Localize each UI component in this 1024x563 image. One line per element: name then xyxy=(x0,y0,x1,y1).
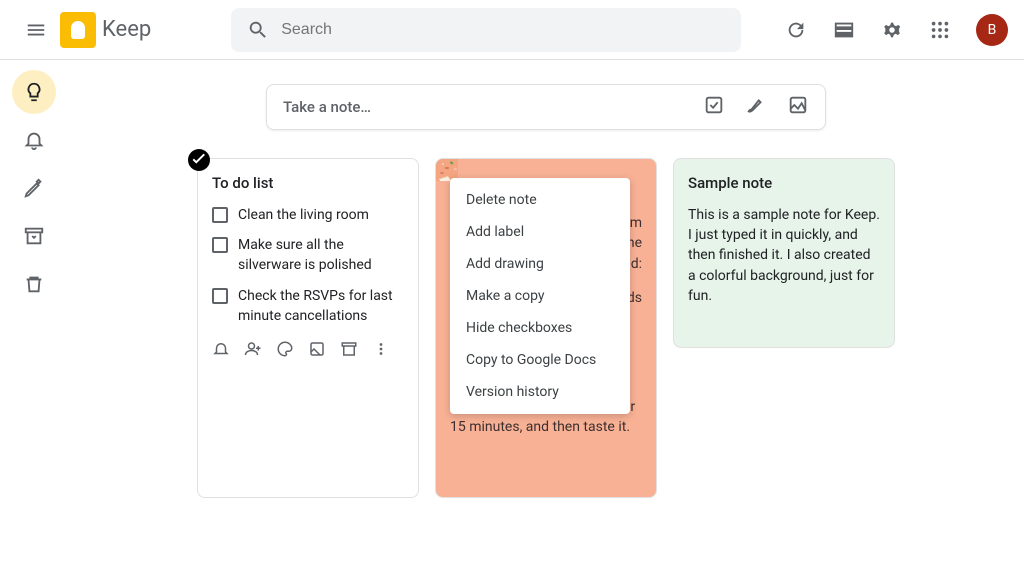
checklist-item[interactable]: Make sure all the silverware is polished xyxy=(212,235,404,276)
note-body: This is a sample note for Keep. I just t… xyxy=(688,205,880,306)
hamburger-icon xyxy=(25,19,47,41)
menu-item-add-drawing[interactable]: Add drawing xyxy=(450,248,630,280)
collaborator-icon[interactable] xyxy=(244,340,262,358)
checkbox-icon xyxy=(703,94,725,116)
bell-icon xyxy=(23,129,45,151)
sidebar-item-archive[interactable] xyxy=(12,214,56,258)
list-view-icon xyxy=(833,19,855,41)
menu-item-hide-checkboxes[interactable]: Hide checkboxes xyxy=(450,312,630,344)
checkbox[interactable] xyxy=(212,288,228,304)
account-avatar[interactable]: B xyxy=(976,14,1008,46)
take-note-bar[interactable]: Take a note… xyxy=(266,84,826,130)
sidebar xyxy=(0,60,68,563)
checklist-item[interactable]: Clean the living room xyxy=(212,205,404,225)
note-todo[interactable]: To do list Clean the living room Make su… xyxy=(197,158,419,498)
remind-me-icon[interactable] xyxy=(212,340,230,358)
note-sample[interactable]: Sample note This is a sample note for Ke… xyxy=(673,158,895,348)
checklist-text: Check the RSVPs for last minute cancella… xyxy=(238,286,404,327)
lightbulb-icon xyxy=(23,81,45,103)
menu-item-version-history[interactable]: Version history xyxy=(450,376,630,408)
checkbox[interactable] xyxy=(212,237,228,253)
app-header: Keep B xyxy=(0,0,1024,60)
refresh-icon xyxy=(785,19,807,41)
search-box[interactable] xyxy=(231,8,741,52)
sidebar-item-trash[interactable] xyxy=(12,262,56,306)
new-image-note-button[interactable] xyxy=(787,94,809,120)
apps-button[interactable] xyxy=(920,10,960,50)
app-logo[interactable]: Keep xyxy=(60,12,151,48)
checklist-text: Make sure all the silverware is polished xyxy=(238,235,404,276)
check-icon xyxy=(188,149,210,171)
archive-note-icon[interactable] xyxy=(340,340,358,358)
image-icon xyxy=(787,94,809,116)
add-image-icon[interactable] xyxy=(308,340,326,358)
menu-item-copy-to-docs[interactable]: Copy to Google Docs xyxy=(450,344,630,376)
new-list-button[interactable] xyxy=(703,94,725,120)
note-title: Sample note xyxy=(688,173,880,195)
main-content: Take a note… To do list xyxy=(68,60,1024,563)
checklist-text: Clean the living room xyxy=(238,205,369,225)
menu-item-make-copy[interactable]: Make a copy xyxy=(450,280,630,312)
note-selected-badge[interactable] xyxy=(188,149,210,171)
pencil-icon xyxy=(23,177,45,199)
refresh-button[interactable] xyxy=(776,10,816,50)
search-icon xyxy=(247,19,269,41)
sidebar-item-reminders[interactable] xyxy=(12,118,56,162)
checkbox[interactable] xyxy=(212,207,228,223)
app-body: Take a note… To do list xyxy=(0,60,1024,563)
checklist-item[interactable]: Check the RSVPs for last minute cancella… xyxy=(212,286,404,327)
app-name: Keep xyxy=(102,17,151,42)
sidebar-item-notes[interactable] xyxy=(12,70,56,114)
trash-icon xyxy=(23,273,45,295)
take-note-actions xyxy=(703,94,809,120)
keep-logo-icon xyxy=(60,12,96,48)
palette-icon[interactable] xyxy=(276,340,294,358)
apps-grid-icon xyxy=(929,19,951,41)
list-view-button[interactable] xyxy=(824,10,864,50)
search-input[interactable] xyxy=(281,21,725,39)
note-toolbar xyxy=(212,340,404,358)
take-note-placeholder: Take a note… xyxy=(283,98,703,116)
more-icon[interactable] xyxy=(372,340,390,358)
archive-icon xyxy=(23,225,45,247)
settings-button[interactable] xyxy=(872,10,912,50)
note-context-menu: Delete note Add label Add drawing Make a… xyxy=(450,178,630,414)
note-title: To do list xyxy=(212,173,404,195)
brush-icon xyxy=(745,94,767,116)
new-drawing-button[interactable] xyxy=(745,94,767,120)
gear-icon xyxy=(881,19,903,41)
sidebar-item-edit-labels[interactable] xyxy=(12,166,56,210)
menu-item-delete-note[interactable]: Delete note xyxy=(450,184,630,216)
header-actions: B xyxy=(776,10,1008,50)
menu-item-add-label[interactable]: Add label xyxy=(450,216,630,248)
main-menu-button[interactable] xyxy=(16,10,56,50)
